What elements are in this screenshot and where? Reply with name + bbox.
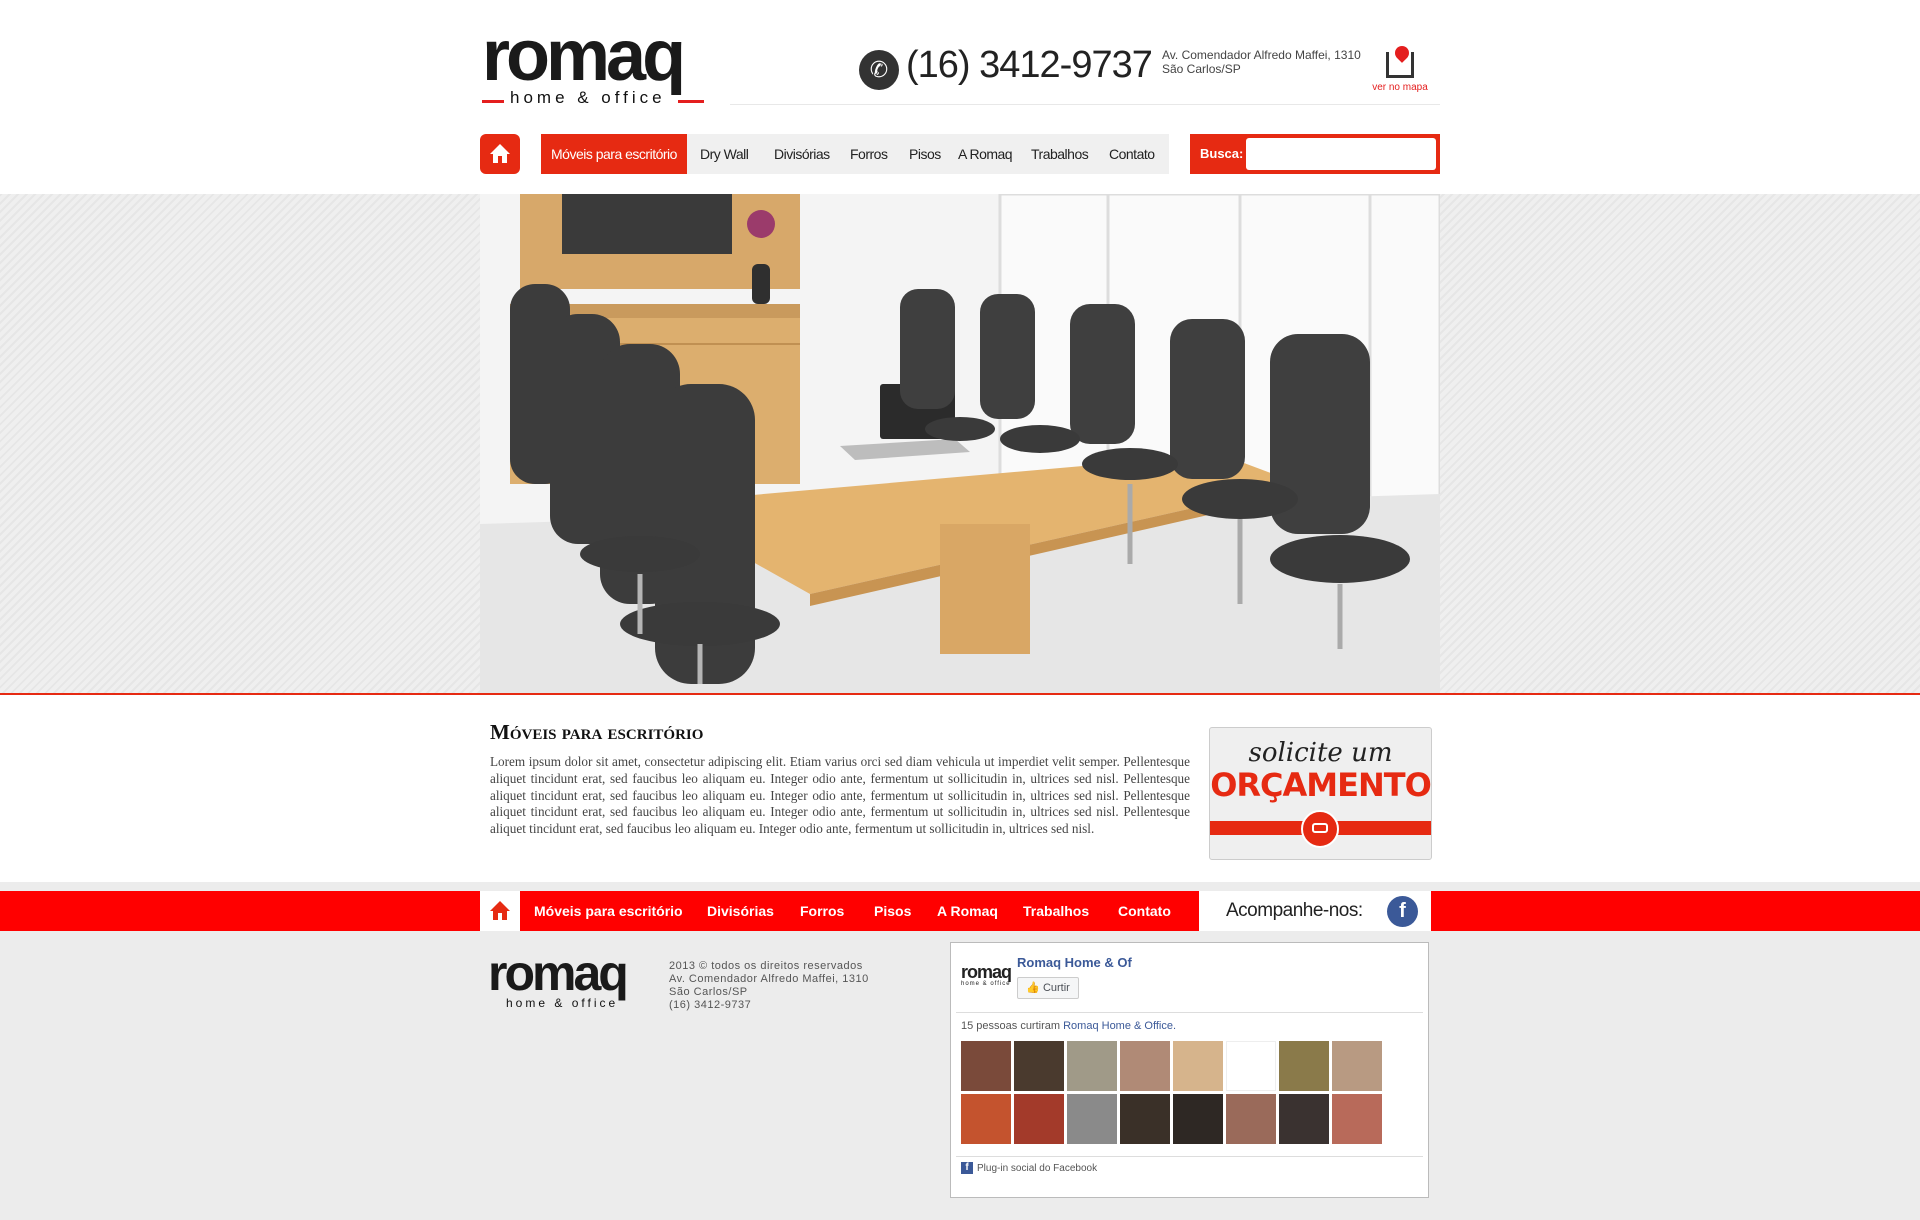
fb-face-avatar[interactable] — [1332, 1094, 1382, 1144]
quote-request-button[interactable]: solicite um ORÇAMENTO — [1209, 727, 1432, 860]
fb-face-avatar[interactable] — [1173, 1094, 1223, 1144]
search-label: Busca: — [1200, 146, 1244, 161]
fb-plugin-footer: f Plug-in social do Facebook — [961, 1162, 1097, 1176]
fb-divider — [956, 1156, 1423, 1157]
fb-page-name[interactable]: Romaq Home & Of — [1017, 955, 1132, 970]
search-input[interactable] — [1246, 138, 1436, 170]
fb-face-avatar[interactable] — [1067, 1094, 1117, 1144]
hero-banner-image — [480, 194, 1440, 694]
follow-us: Acompanhe-nos: f — [1199, 891, 1431, 931]
quote-small-text: solicite um — [1248, 738, 1393, 768]
section-body: Lorem ipsum dolor sit amet, consectetur … — [490, 754, 1190, 837]
fb-face-avatar[interactable] — [961, 1094, 1011, 1144]
header: romaq home & office ✆ (16) 3412-9737 Av.… — [0, 0, 1920, 194]
fb-face-avatar[interactable] — [1014, 1094, 1064, 1144]
fb-face-avatar[interactable] — [1173, 1041, 1223, 1091]
logo-word: romaq — [482, 16, 686, 96]
logo-accent-left — [482, 100, 504, 103]
footer-logo-word: romaq — [488, 945, 629, 1001]
nav-item-pisos[interactable]: Pisos — [909, 134, 941, 174]
fb-divider — [956, 1012, 1423, 1013]
nav-item-forros[interactable]: Forros — [850, 134, 888, 174]
fb-count-page-link[interactable]: Romaq Home & Office. — [1063, 1020, 1176, 1032]
sofa-icon — [1301, 810, 1339, 848]
fb-face-avatar[interactable] — [1279, 1041, 1329, 1091]
footer-nav-pisos[interactable]: Pisos — [874, 891, 911, 931]
logo-accent-right — [678, 100, 704, 103]
nav-item-divisorias[interactable]: Divisórias — [774, 134, 830, 174]
fb-face-avatar[interactable] — [1226, 1094, 1276, 1144]
fb-face-avatar[interactable] — [1226, 1041, 1276, 1091]
nav-item-a-romaq[interactable]: A Romaq — [958, 134, 1013, 174]
header-phone: (16) 3412-9737 — [906, 44, 1153, 86]
fb-face-avatar[interactable] — [1120, 1041, 1170, 1091]
home-button[interactable] — [480, 134, 520, 174]
address-line1: Av. Comendador Alfredo Maffei, 1310 — [1162, 48, 1361, 62]
fb-face-avatar[interactable] — [961, 1041, 1011, 1091]
fb-face-avatar[interactable] — [1332, 1041, 1382, 1091]
footer-home-button[interactable] — [480, 891, 520, 931]
nav-item-drywall[interactable]: Dry Wall — [700, 134, 749, 174]
footer-copyright: 2013 © todos os direitos reservados — [669, 960, 863, 972]
nav-item-trabalhos[interactable]: Trabalhos — [1031, 134, 1089, 174]
fb-face-avatar[interactable] — [1279, 1094, 1329, 1144]
header-divider — [730, 104, 1440, 105]
page: romaq home & office ✆ (16) 3412-9737 Av.… — [0, 0, 1920, 1220]
footer-address-line1: Av. Comendador Alfredo Maffei, 1310 — [669, 973, 869, 985]
fb-plugin-label[interactable]: Plug-in social do Facebook — [977, 1163, 1097, 1174]
facebook-like-box: romaq home & office Romaq Home & Of 👍 Cu… — [950, 942, 1429, 1198]
footer-nav-trabalhos[interactable]: Trabalhos — [1023, 891, 1089, 931]
nav-item-moveis[interactable]: Móveis para escritório — [541, 134, 687, 174]
search-box: Busca: — [1190, 134, 1440, 174]
home-icon — [490, 144, 510, 164]
quote-big-text: ORÇAMENTO — [1210, 766, 1431, 804]
footer-phone: (16) 3412-9737 — [669, 999, 752, 1011]
fb-page-logo-word: romaq — [961, 962, 1012, 982]
footer-address-line2: São Carlos/SP — [669, 986, 748, 998]
section-title: Móveis para escritório — [490, 720, 704, 744]
fb-count-prefix: 15 pessoas curtiram — [961, 1020, 1061, 1032]
footer-info: 2013 © todos os direitos reservados Av. … — [669, 960, 869, 1012]
footer-logo[interactable]: romaq home & office — [488, 948, 648, 1012]
fb-face-avatar[interactable] — [1120, 1094, 1170, 1144]
logo[interactable]: romaq home & office — [482, 20, 708, 108]
phone-icon: ✆ — [859, 50, 899, 90]
fb-page-logo[interactable]: romaq home & office — [961, 962, 1013, 987]
fb-face-avatar[interactable] — [1067, 1041, 1117, 1091]
footer-nav-a-romaq[interactable]: A Romaq — [937, 891, 998, 931]
fb-face-avatar[interactable] — [1014, 1041, 1064, 1091]
fb-page-logo-tagline: home & office — [961, 981, 1011, 987]
facebook-icon: f — [961, 1162, 973, 1175]
header-address: Av. Comendador Alfredo Maffei, 1310 São … — [1162, 48, 1361, 76]
facebook-icon[interactable]: f — [1387, 896, 1418, 927]
main-nav: Móveis para escritório Dry Wall Divisóri… — [541, 134, 1169, 174]
footer-nav-contato[interactable]: Contato — [1118, 891, 1171, 931]
address-line2: São Carlos/SP — [1162, 62, 1241, 76]
follow-label: Acompanhe-nos: — [1226, 900, 1363, 921]
map-link-label: ver no mapa — [1372, 82, 1428, 93]
fb-like-count: 15 pessoas curtiram Romaq Home & Office. — [961, 1020, 1176, 1032]
footer-nav-moveis[interactable]: Móveis para escritório — [534, 891, 683, 931]
thumbs-up-icon: 👍 — [1026, 982, 1040, 994]
nav-item-contato[interactable]: Contato — [1109, 134, 1155, 174]
fb-like-button[interactable]: 👍 Curtir — [1017, 977, 1079, 999]
footer-nav-forros[interactable]: Forros — [800, 891, 844, 931]
home-icon — [490, 901, 510, 921]
map-link[interactable]: ver no mapa — [1370, 43, 1430, 93]
footer-logo-tagline: home & office — [506, 996, 619, 1010]
footer-nav-divisorias[interactable]: Divisórias — [707, 891, 774, 931]
map-pin-icon — [1383, 43, 1417, 80]
fb-like-label: Curtir — [1042, 982, 1070, 994]
logo-tagline: home & office — [510, 88, 666, 107]
